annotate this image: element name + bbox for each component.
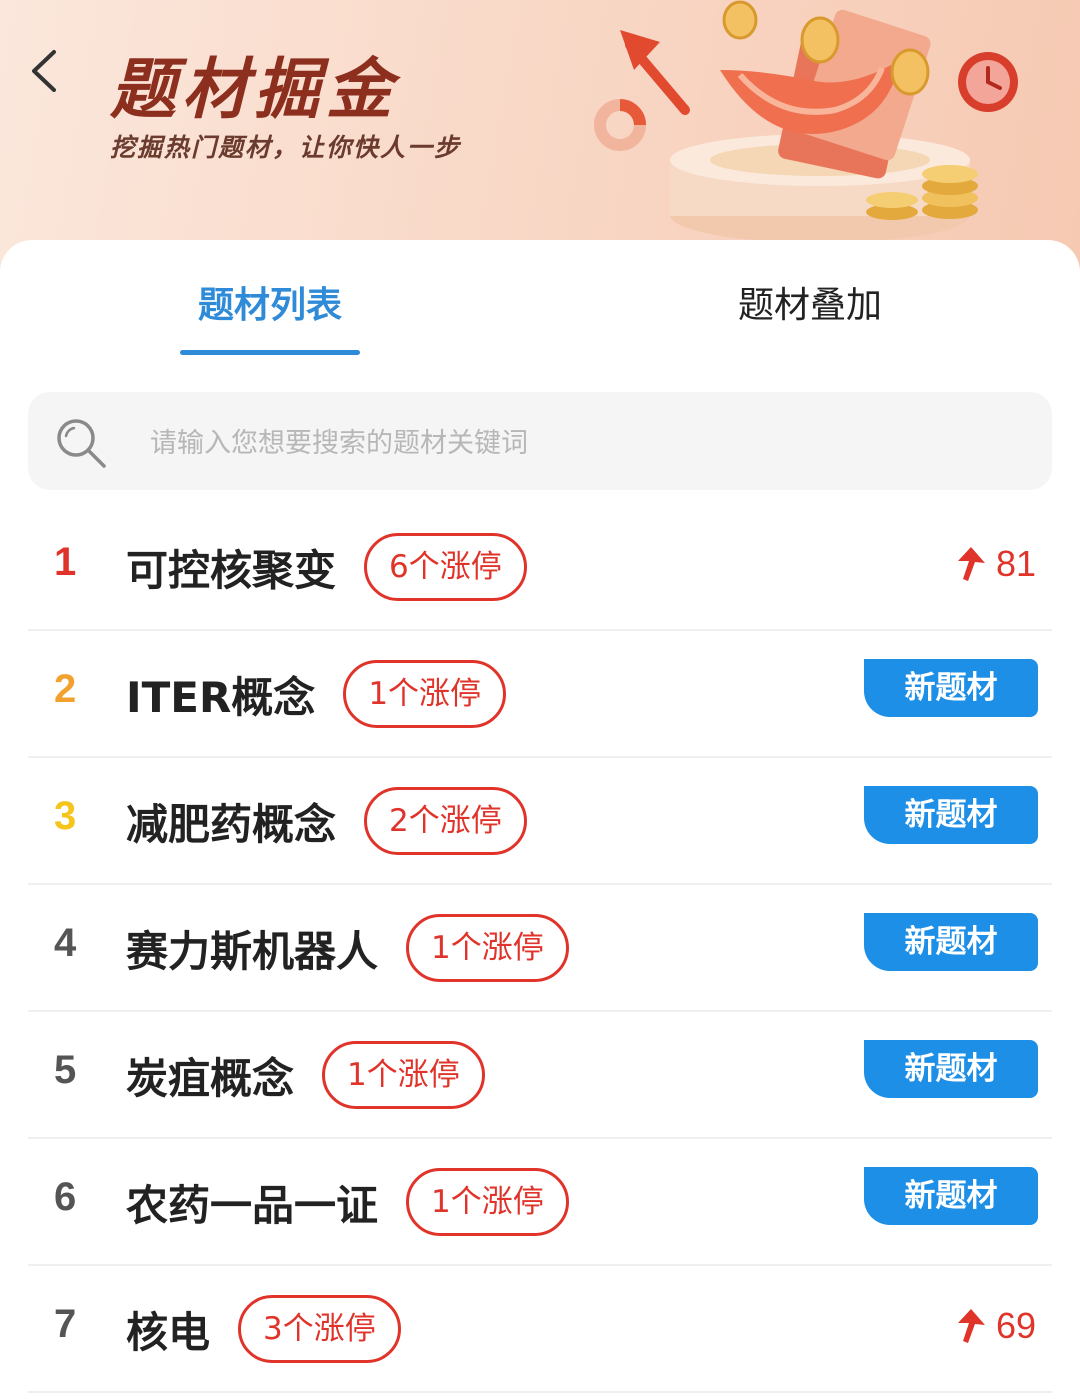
up-arrow-icon bbox=[957, 547, 985, 581]
theme-row[interactable]: 7 核电 3个涨停 69 bbox=[0, 1266, 1080, 1393]
search-bar[interactable] bbox=[28, 392, 1052, 490]
theme-row[interactable]: 1 可控核聚变 6个涨停 81 bbox=[0, 504, 1080, 631]
theme-name: 核电 bbox=[126, 1307, 211, 1357]
theme-list: 1 可控核聚变 6个涨停 81 2 ITER概念 1个涨停 新题材 3 减肥药概念 2个涨停 新题材 4… bbox=[0, 504, 1080, 1393]
theme-rank: 7 bbox=[54, 1302, 77, 1346]
tab-theme-overlay[interactable]: 题材叠加 bbox=[630, 276, 990, 328]
theme-name-group: 炭疽概念 1个涨停 bbox=[126, 1040, 485, 1110]
theme-name-group: 核电 3个涨停 bbox=[126, 1294, 401, 1364]
limit-up-count-badge[interactable]: 1个涨停 bbox=[343, 660, 507, 728]
up-arrow-icon bbox=[957, 1309, 985, 1343]
heat-score: 81 bbox=[956, 534, 1036, 594]
theme-name-group: 减肥药概念 2个涨停 bbox=[126, 786, 527, 856]
theme-rank: 1 bbox=[54, 540, 77, 584]
limit-up-count-badge[interactable]: 1个涨停 bbox=[322, 1041, 485, 1109]
theme-name-group: 农药一品一证 1个涨停 bbox=[126, 1167, 569, 1237]
theme-rank: 3 bbox=[54, 794, 77, 838]
theme-name-group: 赛力斯机器人 1个涨停 bbox=[126, 913, 569, 983]
theme-name: 赛力斯机器人 bbox=[126, 926, 379, 976]
new-theme-badge[interactable]: 新题材 bbox=[864, 659, 1038, 717]
new-theme-badge[interactable]: 新题材 bbox=[864, 1167, 1038, 1225]
limit-up-count-badge[interactable]: 2个涨停 bbox=[364, 787, 527, 855]
heat-value: 81 bbox=[995, 543, 1036, 584]
search-input[interactable] bbox=[148, 416, 1012, 470]
theme-rank: 4 bbox=[54, 921, 77, 965]
theme-name: 减肥药概念 bbox=[126, 799, 337, 849]
theme-row[interactable]: 3 减肥药概念 2个涨停 新题材 bbox=[0, 758, 1080, 885]
heat-score: 69 bbox=[956, 1296, 1036, 1356]
content-card: 题材列表 题材叠加 1可控核聚变6个涨停812ITER概念1个涨停新题材3减肥药… bbox=[0, 240, 1080, 1400]
page-title: 题材掘金 bbox=[110, 51, 398, 128]
theme-rank: 5 bbox=[54, 1048, 77, 1092]
theme-name-group: ITER概念 1个涨停 bbox=[126, 659, 507, 729]
theme-row[interactable]: 5 炭疽概念 1个涨停 新题材 bbox=[0, 1012, 1080, 1139]
theme-rank: 6 bbox=[54, 1175, 77, 1219]
theme-name: ITER概念 bbox=[126, 672, 316, 722]
theme-row[interactable]: 6 农药一品一证 1个涨停 新题材 bbox=[0, 1139, 1080, 1266]
limit-up-count-badge[interactable]: 6个涨停 bbox=[364, 533, 527, 601]
theme-name: 农药一品一证 bbox=[126, 1180, 379, 1230]
active-tab-indicator bbox=[180, 350, 360, 355]
new-theme-badge[interactable]: 新题材 bbox=[864, 786, 1038, 844]
theme-name-group: 可控核聚变 6个涨停 bbox=[126, 532, 527, 602]
chevron-left-icon bbox=[32, 50, 56, 92]
limit-up-count-badge[interactable]: 1个涨停 bbox=[406, 914, 569, 982]
new-theme-badge[interactable]: 新题材 bbox=[864, 913, 1038, 971]
theme-row[interactable]: 2 ITER概念 1个涨停 新题材 bbox=[0, 631, 1080, 758]
theme-name: 炭疽概念 bbox=[126, 1053, 295, 1103]
search-icon bbox=[57, 419, 106, 468]
theme-row[interactable]: 4 赛力斯机器人 1个涨停 新题材 bbox=[0, 885, 1080, 1012]
heat-value: 69 bbox=[995, 1305, 1036, 1346]
new-theme-badge[interactable]: 新题材 bbox=[864, 1040, 1038, 1098]
back-button[interactable] bbox=[24, 46, 68, 96]
limit-up-count-badge[interactable]: 3个涨停 bbox=[238, 1295, 401, 1363]
page-subtitle: 挖掘热门题材，让你快人一步 bbox=[110, 133, 462, 162]
gold-ingot-illustration bbox=[594, 0, 1018, 243]
theme-rank: 2 bbox=[54, 667, 77, 711]
theme-name: 可控核聚变 bbox=[126, 545, 337, 595]
limit-up-count-badge[interactable]: 1个涨停 bbox=[406, 1168, 569, 1236]
tab-theme-list[interactable]: 题材列表 bbox=[90, 276, 450, 328]
